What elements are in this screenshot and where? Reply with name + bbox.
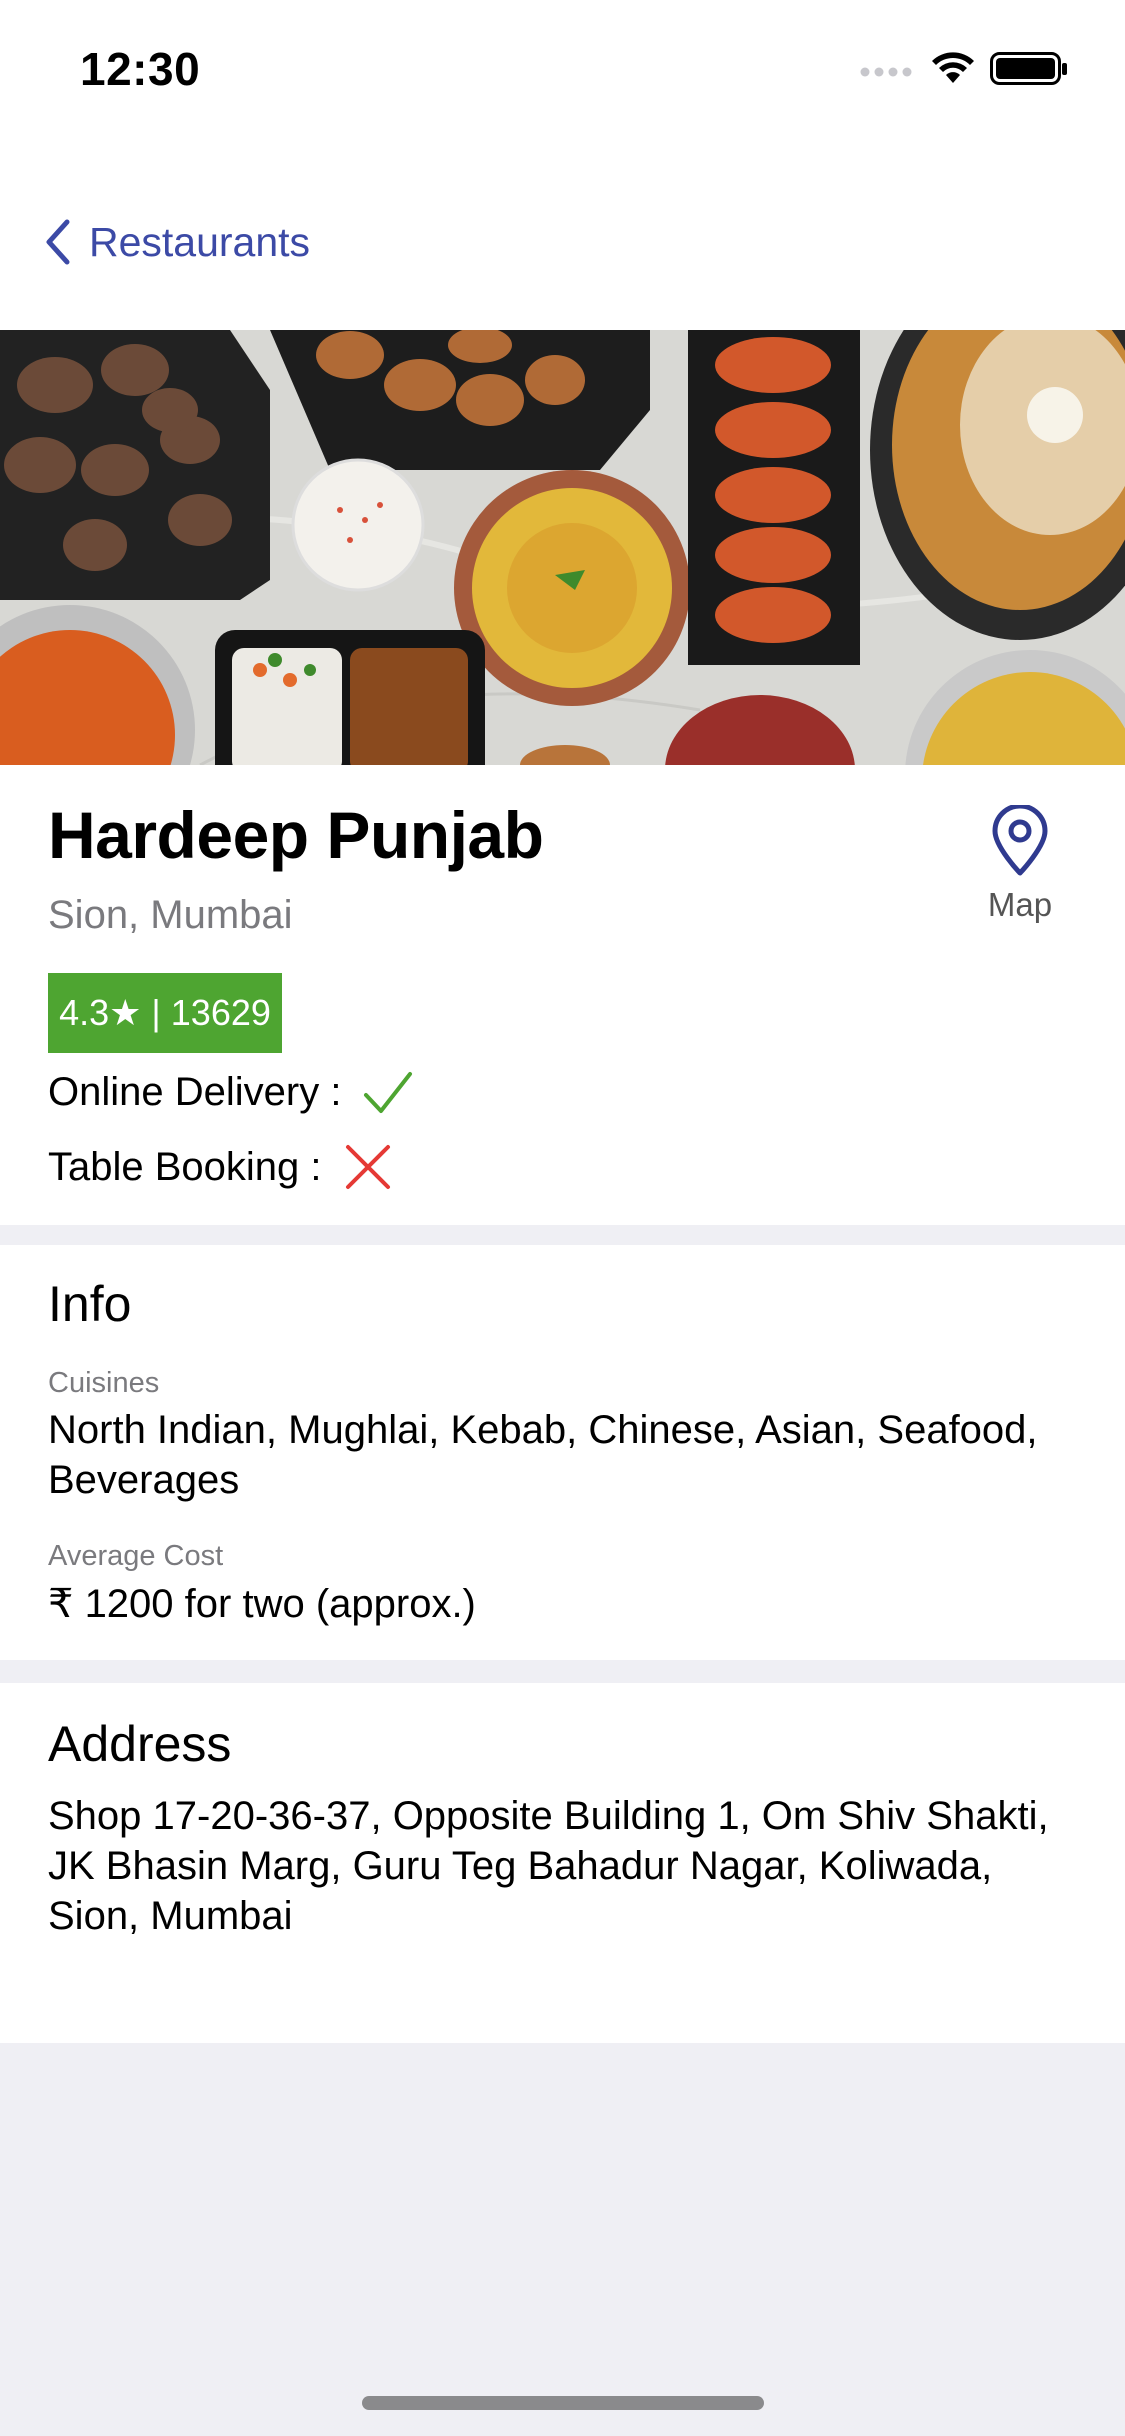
- cuisines-label: Cuisines: [48, 1367, 160, 1399]
- wifi-icon: [932, 52, 974, 83]
- home-indicator[interactable]: [362, 2396, 764, 2410]
- table-booking-row: Table Booking :: [48, 1143, 392, 1191]
- checkmark-icon: [364, 1071, 413, 1113]
- map-pin-icon: [992, 803, 1048, 876]
- hero-image: [0, 330, 1125, 765]
- status-icons: [860, 50, 1080, 90]
- back-button[interactable]: Restaurants: [45, 212, 310, 272]
- map-button[interactable]: Map: [970, 803, 1070, 924]
- battery-icon: [990, 52, 1067, 85]
- online-delivery-row: Online Delivery :: [48, 1070, 413, 1115]
- restaurant-location: Sion, Mumbai: [48, 893, 293, 937]
- status-bar: 12:30: [0, 0, 1125, 140]
- navigation-bar: Restaurants: [0, 140, 1125, 330]
- chevron-left-icon: [46, 219, 70, 265]
- address-value: Shop 17-20-36-37, Opposite Building 1, O…: [48, 1794, 1049, 1938]
- cellular-dots-icon: [860, 67, 912, 77]
- info-section: Info Cuisines North Indian, Mughlai, Keb…: [0, 1245, 1125, 1660]
- info-title: Info: [48, 1276, 132, 1332]
- restaurant-name: Hardeep Punjab: [48, 798, 544, 872]
- table-booking-label: Table Booking :: [48, 1144, 322, 1189]
- average-cost-value: ₹ 1200 for two (approx.): [48, 1582, 476, 1626]
- rating-badge: 4.3★ | 13629: [48, 973, 282, 1053]
- restaurant-detail-screen: 12:30 Restaurants Hardeep Punjab Sion, M…: [0, 0, 1125, 2436]
- address-section: Address Shop 17-20-36-37, Opposite Build…: [0, 1683, 1125, 2043]
- status-time: 12:30: [80, 43, 201, 95]
- average-cost-label: Average Cost: [48, 1540, 224, 1572]
- back-button-label: Restaurants: [89, 218, 311, 265]
- cross-icon: [345, 1145, 390, 1189]
- restaurant-header: Hardeep Punjab Sion, Mumbai 4.3★ | 13629…: [0, 765, 1125, 1225]
- online-delivery-label: Online Delivery :: [48, 1070, 342, 1114]
- cuisines-value: North Indian, Mughlai, Kebab, Chinese, A…: [48, 1408, 1038, 1502]
- map-label: Map: [987, 886, 1053, 923]
- address-title: Address: [48, 1716, 232, 1772]
